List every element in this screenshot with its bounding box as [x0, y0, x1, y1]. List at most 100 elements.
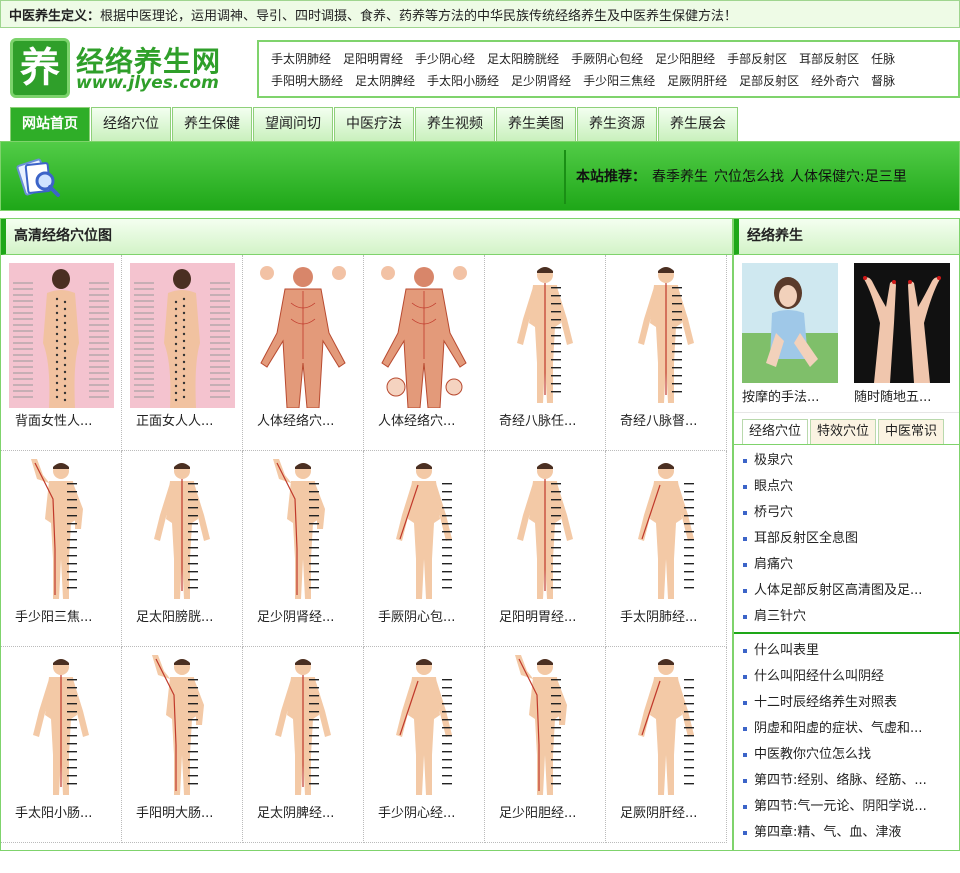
meridian-chart-image [9, 655, 114, 800]
gallery-caption: 手厥阴心包... [378, 610, 456, 625]
gallery-item[interactable]: 足少阴肾经... [243, 451, 364, 647]
meridian-link[interactable]: 任脉 [871, 48, 895, 70]
tab-acupoints[interactable]: 经络穴位 [742, 419, 809, 445]
gallery-caption: 背面女性人... [15, 414, 93, 429]
gallery-item[interactable]: 足阳明胃经... [485, 451, 606, 647]
meridian-links: 手太阴肺经 足阳明胃经 手少阴心经 足太阳膀胱经 手厥阴心包经 足少阳胆经 手部反射区 耳部反… [257, 40, 960, 98]
search-book-icon [16, 158, 60, 197]
list-item[interactable]: 十二时辰经络养生对照表 [742, 690, 957, 716]
list-item[interactable]: 第四节:经别、络脉、经筋、... [742, 768, 957, 794]
meridian-link[interactable]: 足厥阴肝经 [667, 70, 727, 92]
nav-tab[interactable]: 养生保健 [172, 107, 252, 141]
meridian-chart-image [493, 459, 598, 604]
meridian-link[interactable]: 手少阳三焦经 [583, 70, 655, 92]
meridian-link[interactable]: 足太阳膀胱经 [487, 48, 559, 70]
photo-hands[interactable]: 随时随地五... [854, 263, 950, 405]
nav-tab[interactable]: 望闻问切 [253, 107, 333, 141]
list-item[interactable]: 第四节:气一元论、阴阳学说... [742, 794, 957, 820]
gallery-item[interactable]: 手少阳三焦... [1, 451, 122, 647]
photo-image [854, 263, 950, 383]
list-item[interactable]: 眼点穴 [742, 474, 957, 500]
meridian-link[interactable]: 经外奇穴 [811, 70, 859, 92]
gallery-item[interactable]: 手少阴心经... [364, 647, 485, 843]
tab-home[interactable]: 网站首页 [10, 107, 90, 141]
list-item[interactable]: 什么叫阳经什么叫阴经 [742, 664, 957, 690]
meridian-chart-image [130, 459, 235, 604]
gallery-caption: 奇经八脉任... [499, 414, 577, 429]
acupoint-list: 极泉穴 眼点穴 桥弓穴 耳部反射区全息图 肩痛穴 人体足部反射区高清图及足... 肩三针穴 [742, 448, 957, 630]
gallery-caption: 手太阴肺经... [620, 610, 698, 625]
meridian-link[interactable]: 手部反射区 [727, 48, 787, 70]
site-logo[interactable]: 养 经络养生网 www.jlyes.com [10, 38, 235, 100]
gallery-item[interactable]: 手太阴肺经... [606, 451, 727, 647]
meridian-link[interactable]: 足少阴肾经 [511, 70, 571, 92]
banner: 本站推荐： 春季养生 穴位怎么找 人体保健穴:足三里 [0, 141, 960, 211]
list-item[interactable]: 中医教你穴位怎么找 [742, 742, 957, 768]
meridian-chart-image [251, 655, 356, 800]
meridian-link[interactable]: 手太阴肺经 [271, 48, 331, 70]
nav-tab[interactable]: 养生展会 [658, 107, 738, 141]
list-item[interactable]: 什么叫表里 [742, 638, 957, 664]
meridian-link[interactable]: 手少阴心经 [415, 48, 475, 70]
definition-label: 中医养生定义： [9, 9, 101, 24]
photo-image [742, 263, 838, 383]
gallery-item[interactable]: 手厥阴心包... [364, 451, 485, 647]
meridian-link[interactable]: 手厥阴心包经 [571, 48, 643, 70]
list-item[interactable]: 耳部反射区全息图 [742, 526, 957, 552]
list-item[interactable]: 肩三针穴 [742, 604, 957, 630]
nav-tab[interactable]: 养生美图 [496, 107, 576, 141]
gallery-caption: 奇经八脉督... [620, 414, 698, 429]
gallery-caption: 足厥阴肝经... [620, 806, 698, 821]
list-item[interactable]: 人体足部反射区高清图及足... [742, 578, 957, 604]
list-item[interactable]: 阴虚和阳虚的症状、气虚和... [742, 716, 957, 742]
list-item[interactable]: 第四章:精、气、血、津液 [742, 820, 957, 846]
gallery-item[interactable]: 奇经八脉督... [606, 255, 727, 451]
recommend-link[interactable]: 穴位怎么找 [714, 169, 784, 185]
meridian-chart-image [9, 263, 114, 408]
gallery-item[interactable]: 正面女人人... [122, 255, 243, 451]
meridian-link[interactable]: 耳部反射区 [799, 48, 859, 70]
list-item[interactable]: 极泉穴 [742, 448, 957, 474]
knowledge-list: 什么叫表里 什么叫阳经什么叫阴经 十二时辰经络养生对照表 阴虚和阳虚的症状、气虚和..… [742, 638, 957, 846]
tab-underline [734, 444, 959, 445]
gallery-caption: 人体经络穴... [378, 414, 456, 429]
recommend-label: 本站推荐： [576, 169, 646, 185]
nav-tab[interactable]: 养生视频 [415, 107, 495, 141]
tab-special-points[interactable]: 特效穴位 [810, 419, 877, 445]
gallery-item[interactable]: 手太阳小肠... [1, 647, 122, 843]
gallery-item[interactable]: 足厥阴肝经... [606, 647, 727, 843]
gallery-item[interactable]: 足太阳膀胱... [122, 451, 243, 647]
gallery-item[interactable]: 奇经八脉任... [485, 255, 606, 451]
meridian-link[interactable]: 足少阳胆经 [655, 48, 715, 70]
meridian-link[interactable]: 足部反射区 [739, 70, 799, 92]
gallery-caption: 足太阳膀胱... [136, 610, 214, 625]
meridian-chart-image [130, 655, 235, 800]
list-divider [734, 632, 959, 634]
nav-tab[interactable]: 经络穴位 [91, 107, 171, 141]
meridian-link[interactable]: 督脉 [871, 70, 895, 92]
gallery-item[interactable]: 足少阳胆经... [485, 647, 606, 843]
definition-bar: 中医养生定义：根据中医理论，运用调神、导引、四时调摄、食养、药养等方法的中华民族… [0, 0, 960, 28]
list-item[interactable]: 肩痛穴 [742, 552, 957, 578]
recommend-link[interactable]: 春季养生 [652, 169, 708, 185]
meridian-link[interactable]: 足太阴脾经 [355, 70, 415, 92]
recommend-link[interactable]: 人体保健穴:足三里 [790, 169, 907, 185]
sidebar-tabs: 经络穴位 特效穴位 中医常识 [742, 419, 946, 445]
meridian-link[interactable]: 手阳明大肠经 [271, 70, 343, 92]
gallery-item[interactable]: 手阳明大肠... [122, 647, 243, 843]
photo-massage[interactable]: 按摩的手法... [742, 263, 838, 405]
list-item[interactable]: 桥弓穴 [742, 500, 957, 526]
meridian-chart-image [372, 655, 477, 800]
gallery-item[interactable]: 人体经络穴... [364, 255, 485, 451]
meridian-chart-image [251, 459, 356, 604]
nav-tab[interactable]: 养生资源 [577, 107, 657, 141]
gallery-item[interactable]: 足太阴脾经... [243, 647, 364, 843]
nav-tab[interactable]: 中医疗法 [334, 107, 414, 141]
meridian-chart-image [614, 655, 719, 800]
meridian-link[interactable]: 足阳明胃经 [343, 48, 403, 70]
tab-tcm-knowledge[interactable]: 中医常识 [878, 419, 945, 445]
gallery-item[interactable]: 人体经络穴... [243, 255, 364, 451]
meridian-link[interactable]: 手太阳小肠经 [427, 70, 499, 92]
gallery-item[interactable]: 背面女性人... [1, 255, 122, 451]
meridian-row: 手太阴肺经 足阳明胃经 手少阴心经 足太阳膀胱经 手厥阴心包经 足少阳胆经 手部反射区 耳部反… [271, 48, 958, 70]
